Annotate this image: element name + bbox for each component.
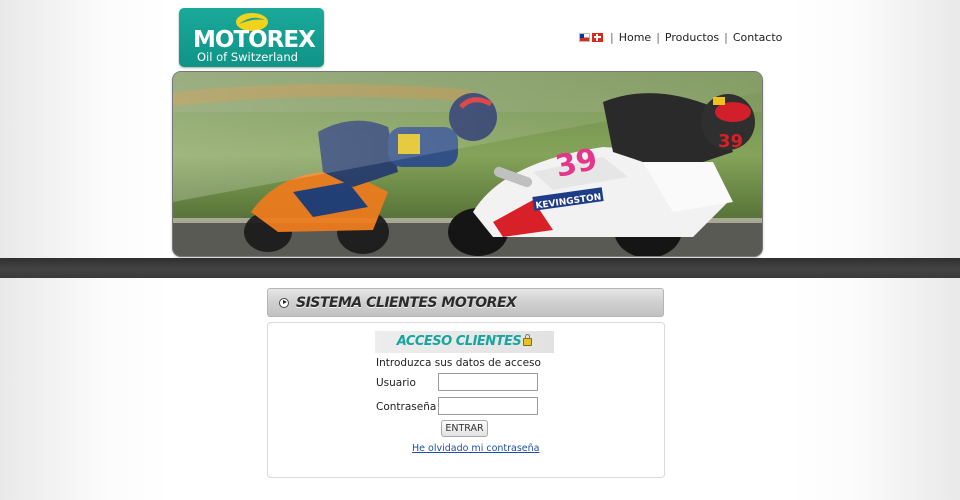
password-input[interactable] [438,397,538,415]
svg-text:39: 39 [718,131,743,152]
nav-separator: | [610,30,614,44]
username-input[interactable] [438,373,538,391]
top-navigation: | Home | Productos | Contacto [579,30,782,44]
motorcycle-racing-photo: 39 KEVINGSTON 39 [173,72,762,256]
dark-divider-bar [0,258,960,278]
hero-banner: 39 KEVINGSTON 39 [173,72,762,256]
logo-tagline: Oil of Switzerland [197,50,298,64]
left-background-shade [0,0,170,500]
registered-mark: ® [306,32,312,39]
nav-link-contacto[interactable]: Contacto [733,31,783,44]
password-label: Contraseña [376,401,437,413]
section-header: SISTEMA CLIENTES MOTOREX [267,288,664,317]
username-label: Usuario [376,377,416,389]
switzerland-flag-icon[interactable] [592,32,603,42]
chile-flag-icon[interactable] [579,32,590,42]
play-circle-icon [279,297,289,308]
nav-separator: | [656,30,660,44]
nav-separator: | [724,30,728,44]
login-title: ACCESO CLIENTES [396,334,522,349]
section-title: SISTEMA CLIENTES MOTOREX [296,294,517,311]
right-background-shade [790,0,960,500]
logo-wordmark: MOTOREX [193,27,316,53]
enter-button[interactable]: ENTRAR [441,420,488,437]
forgot-password-link[interactable]: He olvidado mi contraseña [412,443,540,454]
motorex-logo[interactable]: MOTOREX ® Oil of Switzerland [179,8,324,67]
nav-link-home[interactable]: Home [619,31,651,44]
login-title-bar: ACCESO CLIENTES [375,331,554,353]
lock-icon [523,334,533,346]
nav-link-productos[interactable]: Productos [665,31,719,44]
login-instructions: Introduzca sus datos de acceso [376,357,541,369]
